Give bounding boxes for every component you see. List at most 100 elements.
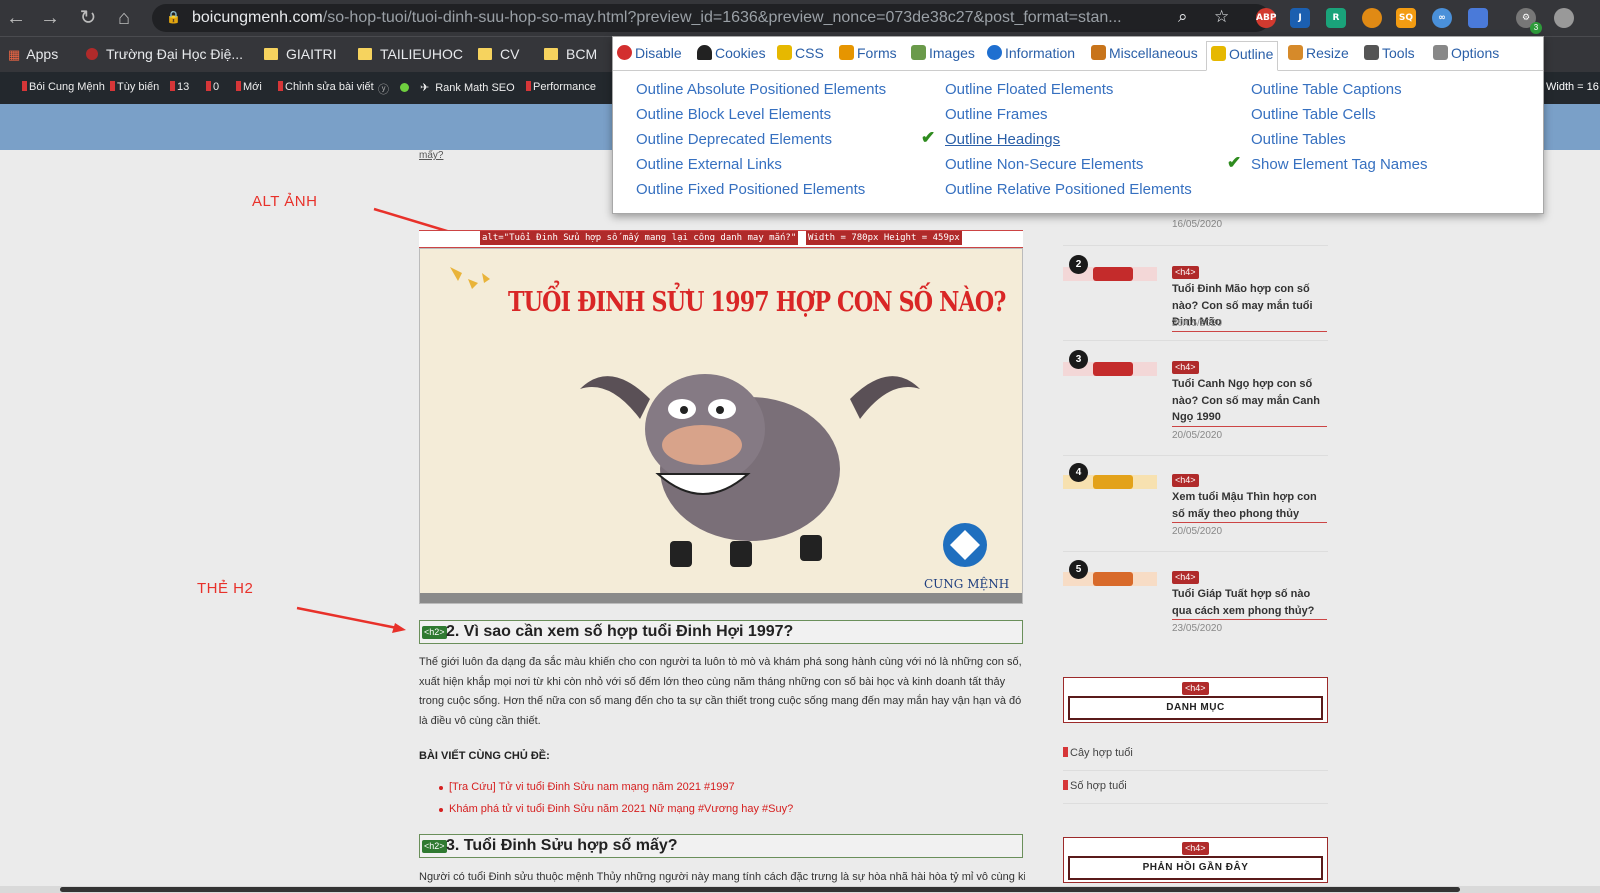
option-fixed-positioned[interactable]: Outline Fixed Positioned Elements	[636, 181, 865, 198]
yoast-icon[interactable]: ⓨ	[378, 81, 389, 97]
extension-r-icon[interactable]: R	[1326, 8, 1346, 28]
post-date: 20/05/2020	[1172, 318, 1223, 329]
extension-badge: 3	[1530, 22, 1542, 34]
back-icon[interactable]: ←	[4, 6, 28, 30]
option-show-tag-names[interactable]: Show Element Tag Names	[1251, 156, 1427, 173]
admin-rank-math[interactable]: ✈ Rank Math SEO	[420, 81, 515, 94]
scrollbar-thumb[interactable]	[60, 887, 1460, 892]
post-date: 20/05/2020	[1172, 526, 1223, 537]
horizontal-scrollbar[interactable]	[0, 886, 1600, 893]
sidebar-separator	[1063, 245, 1328, 246]
related-link-2[interactable]: Khám phá tử vi tuổi Đinh Sửu năm 2021 Nữ…	[438, 803, 793, 815]
bookmark-folder-giaitri[interactable]: GIAITRI	[264, 46, 337, 62]
folder-icon	[478, 48, 492, 60]
extension-link-icon[interactable]: ∞	[1432, 8, 1452, 28]
tab-images[interactable]: Images	[911, 45, 975, 61]
option-frames[interactable]: Outline Frames	[945, 106, 1048, 123]
sidebar-post-4[interactable]: 4 <h4> Xem tuổi Mậu Thìn hợp con số mấy …	[1063, 463, 1328, 543]
heading-h2-1: <h2> 2. Vì sao cần xem số hợp tuổi Đinh …	[419, 620, 1023, 644]
miscellaneous-icon	[1091, 45, 1106, 60]
url-text: boicungmenh.com/so-hop-tuoi/tuoi-dinh-su…	[192, 9, 1122, 26]
pencil-icon	[777, 45, 792, 60]
disable-icon	[617, 45, 632, 60]
tab-cookies[interactable]: Cookies	[697, 45, 766, 61]
adblock-icon[interactable]: ABP	[1256, 8, 1276, 28]
extension-sq-icon[interactable]: SQ	[1396, 8, 1416, 28]
option-block-level[interactable]: Outline Block Level Elements	[636, 106, 831, 123]
tab-forms[interactable]: Forms	[839, 45, 897, 61]
sidebar-separator	[1063, 770, 1328, 771]
tab-disable[interactable]: Disable	[617, 45, 682, 61]
tab-options[interactable]: Options	[1433, 45, 1499, 61]
admin-customize[interactable]: Tùy biến	[110, 81, 159, 93]
images-icon	[911, 45, 926, 60]
bookmark-folder-cv[interactable]: CV	[478, 46, 519, 62]
widget-title: DANH MỤC	[1068, 696, 1323, 720]
option-non-secure[interactable]: Outline Non-Secure Elements	[945, 156, 1143, 173]
admin-site-name[interactable]: Bói Cung Mệnh	[22, 81, 105, 93]
extension-j-icon[interactable]: J	[1290, 8, 1310, 28]
category-link-2[interactable]: Số hợp tuổi	[1063, 780, 1127, 792]
admin-comments[interactable]: 0	[206, 81, 219, 93]
sidebar-post-2[interactable]: 2 <h4> Tuổi Đinh Mão hợp con số nào? Con…	[1063, 255, 1328, 335]
option-tables[interactable]: Outline Tables	[1251, 131, 1346, 148]
admin-edit-post[interactable]: Chỉnh sửa bài viết	[278, 81, 374, 93]
option-table-cells[interactable]: Outline Table Cells	[1251, 106, 1376, 123]
post-rank-number: 2	[1069, 255, 1088, 274]
option-relative-positioned[interactable]: Outline Relative Positioned Elements	[945, 181, 1192, 198]
h2-text: 2. Vì sao cần xem số hợp tuổi Đinh Hợi 1…	[446, 623, 794, 640]
bookmark-star-icon[interactable]: ☆	[1214, 7, 1229, 27]
option-floated[interactable]: Outline Floated Elements	[945, 81, 1113, 98]
admin-new[interactable]: Mới	[236, 81, 262, 93]
buffalo-illustration	[420, 267, 1022, 603]
folder-icon	[358, 48, 372, 60]
tools-icon	[1364, 45, 1379, 60]
bookmark-folder-tailieuhoc[interactable]: TAILIEUHOC	[358, 46, 463, 62]
web-developer-popup: Disable Cookies CSS Forms Images Informa…	[612, 36, 1544, 214]
site-favicon-icon	[86, 48, 98, 60]
option-deprecated[interactable]: Outline Deprecated Elements	[636, 131, 832, 148]
post-title[interactable]: Tuổi Giáp Tuất hợp số nào qua cách xem p…	[1172, 586, 1327, 620]
admin-performance[interactable]: Performance	[526, 81, 596, 93]
sidebar-post-3[interactable]: 3 <h4> Tuổi Canh Ngọ hợp con số nào? Con…	[1063, 350, 1328, 445]
bookmark-folder-bcm[interactable]: BCM	[544, 46, 597, 62]
post-title[interactable]: Tuổi Canh Ngọ hợp con số nào? Con số may…	[1172, 376, 1327, 427]
annotation-arrow-h2	[296, 606, 406, 633]
forward-icon[interactable]: →	[38, 6, 62, 30]
article-fragment: mấy?	[419, 150, 444, 161]
extension-blue-icon[interactable]	[1468, 8, 1488, 28]
post-rank-number: 3	[1069, 350, 1088, 369]
tab-tools[interactable]: Tools	[1364, 45, 1415, 61]
h4-tag-label: <h4>	[1172, 266, 1199, 279]
related-link-1[interactable]: [Tra Cứu] Tử vi tuổi Đinh Sửu nam mạng n…	[439, 781, 735, 793]
featured-image: TUỔI ĐINH SỬU 1997 HỢP CON SỐ NÀO? CUNG …	[419, 248, 1023, 604]
tab-information[interactable]: Information	[987, 45, 1075, 61]
apps-grid-icon: ▦	[8, 47, 21, 62]
h4-tag-label: <h4>	[1172, 474, 1199, 487]
image-logo-text: CUNG MỆNH	[924, 577, 1010, 591]
tab-miscellaneous[interactable]: Miscellaneous	[1091, 45, 1198, 61]
option-external-links[interactable]: Outline External Links	[636, 156, 782, 173]
tab-resize[interactable]: Resize	[1288, 45, 1349, 61]
tab-css[interactable]: CSS	[777, 45, 824, 61]
post-title[interactable]: Xem tuổi Mậu Thìn hợp con số mấy theo ph…	[1172, 489, 1327, 523]
image-size-label: Width = 780px Height = 459px	[806, 231, 962, 245]
sidebar-separator	[1063, 455, 1328, 456]
category-link-1[interactable]: Cây hợp tuổi	[1063, 747, 1133, 759]
bookmark-apps[interactable]: ▦ Apps	[8, 46, 58, 63]
reload-icon[interactable]: ↻	[76, 6, 100, 30]
address-bar[interactable]: 🔒 boicungmenh.com/so-hop-tuoi/tuoi-dinh-…	[152, 4, 1270, 32]
home-icon[interactable]: ⌂	[112, 6, 136, 30]
options-icon	[1433, 45, 1448, 60]
option-absolute-positioned[interactable]: Outline Absolute Positioned Elements	[636, 81, 886, 98]
extension-orange-icon[interactable]	[1362, 8, 1382, 28]
rank-math-icon: ✈	[420, 82, 430, 94]
tab-outline[interactable]: Outline	[1206, 41, 1279, 71]
bookmark-truong-dai-hoc[interactable]: Trường Đại Học Điệ...	[86, 46, 243, 62]
profile-avatar-icon[interactable]	[1554, 8, 1574, 28]
admin-updates[interactable]: 13	[170, 81, 189, 93]
option-table-captions[interactable]: Outline Table Captions	[1251, 81, 1402, 98]
option-headings[interactable]: Outline Headings	[945, 131, 1060, 148]
zoom-icon[interactable]: ⌕	[1178, 7, 1188, 27]
sidebar-post-5[interactable]: 5 <h4> Tuổi Giáp Tuất hợp số nào qua các…	[1063, 560, 1328, 640]
